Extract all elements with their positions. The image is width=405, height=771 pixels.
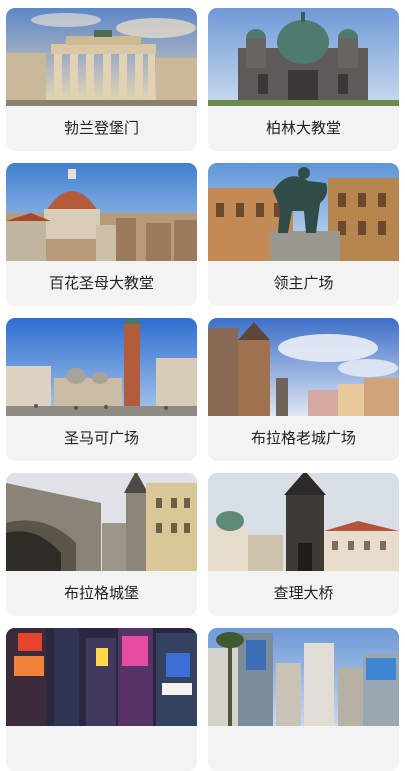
- city-street-skyline-photo: [208, 628, 399, 726]
- attraction-card-prague-castle[interactable]: 布拉格城堡: [6, 473, 197, 616]
- attraction-name: 查理大桥: [273, 584, 334, 602]
- neon-city-street-photo: [6, 628, 197, 726]
- attraction-grid: 勃兰登堡门 柏林大教堂 百花圣母大教堂 领主广场 圣马可广场 布拉格老城广场 布…: [0, 0, 405, 771]
- attraction-name: 圣马可广场: [63, 429, 139, 447]
- attraction-name: 百花圣母大教堂: [48, 274, 154, 292]
- attraction-name: 柏林大教堂: [265, 119, 341, 137]
- st-marks-square-photo: [6, 318, 197, 416]
- attraction-card-piazza-della-signoria[interactable]: 领主广场: [208, 163, 399, 306]
- attraction-name: [6, 726, 197, 771]
- florence-cathedral-photo: [6, 163, 197, 261]
- charles-bridge-photo: [208, 473, 399, 571]
- attraction-card-st-marks-square[interactable]: 圣马可广场: [6, 318, 197, 461]
- attraction-card-brandenburg-gate[interactable]: 勃兰登堡门: [6, 8, 197, 151]
- attraction-name: 布拉格老城广场: [250, 429, 356, 447]
- attraction-name: 勃兰登堡门: [63, 119, 139, 137]
- brandenburg-gate-photo: [6, 8, 197, 106]
- prague-old-town-square-photo: [208, 318, 399, 416]
- attraction-card-florence-cathedral[interactable]: 百花圣母大教堂: [6, 163, 197, 306]
- attraction-card-berlin-cathedral[interactable]: 柏林大教堂: [208, 8, 399, 151]
- attraction-name: 领主广场: [273, 274, 334, 292]
- attraction-name: [208, 726, 399, 771]
- attraction-card-prague-old-town-square[interactable]: 布拉格老城广场: [208, 318, 399, 461]
- prague-castle-photo: [6, 473, 197, 571]
- berlin-cathedral-photo: [208, 8, 399, 106]
- piazza-della-signoria-photo: [208, 163, 399, 261]
- attraction-name: 布拉格城堡: [63, 584, 139, 602]
- attraction-card-charles-bridge[interactable]: 查理大桥: [208, 473, 399, 616]
- attraction-card-neon-street[interactable]: [6, 628, 197, 771]
- attraction-card-city-street[interactable]: [208, 628, 399, 771]
